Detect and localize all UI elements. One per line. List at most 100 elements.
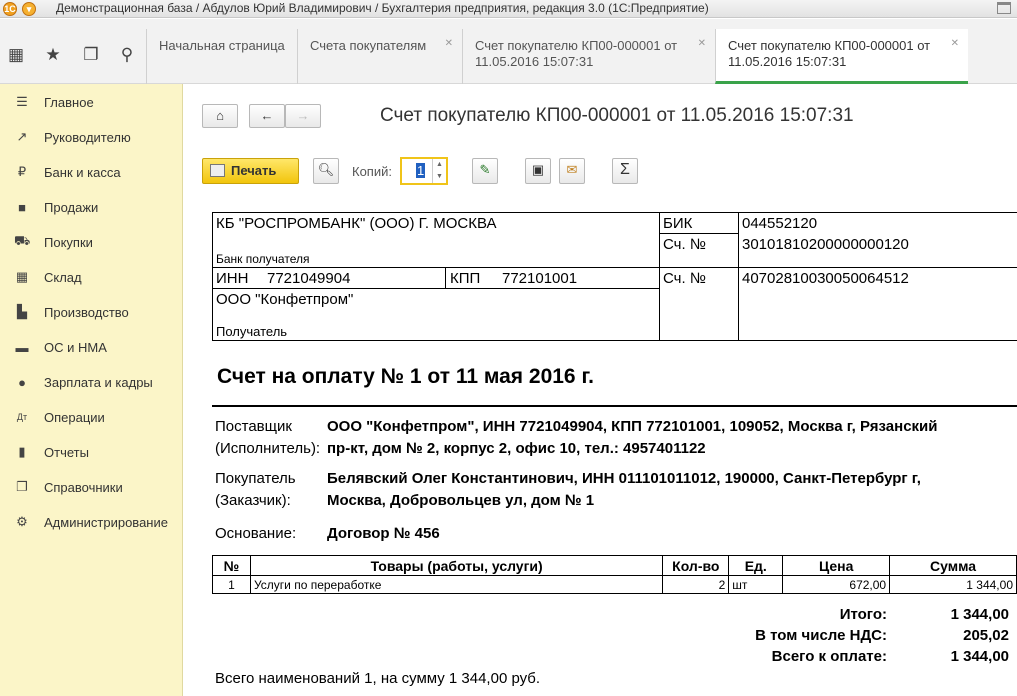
table-row: 1 Услуги по переработке 2 шт 672,00 1 34…	[212, 575, 1017, 594]
preview-button[interactable]: 🔍︎	[313, 158, 339, 184]
arrow-left-icon: ←	[260, 108, 274, 123]
total-label: Итого:	[839, 606, 887, 623]
window-title: Демонстрационная база / Абдулов Юрий Вла…	[56, 1, 709, 15]
document-form: ⌂ ← → Счет покупателю КП00-000001 от 11.…	[184, 84, 1017, 696]
sidebar-item-admin[interactable]: ⚙ Администрирование	[0, 507, 183, 537]
supplier-label: Поставщик	[215, 418, 292, 435]
sidebar-item-main[interactable]: ☰ Главное	[0, 87, 183, 117]
recipient-label: Получатель	[216, 324, 288, 339]
row-name: Услуги по переработке	[249, 575, 664, 594]
inn-value: 7721049904	[267, 270, 351, 287]
trend-icon: ↗	[16, 129, 28, 144]
magnifier-icon: 🔍︎	[317, 162, 335, 177]
corr-account-value: 30101810200000000120	[742, 236, 909, 253]
forward-button[interactable]: →	[285, 104, 321, 128]
email-button[interactable]: ✉	[559, 158, 585, 184]
history-icon[interactable]: ❐	[81, 45, 101, 65]
sidebar-item-bank[interactable]: ₽ Банк и касса	[0, 157, 183, 187]
copies-stepper[interactable]: ▲ ▼	[432, 159, 446, 183]
supplier-details-2: пр-кт, дом № 2, корпус 2, офис 10, тел.:…	[327, 440, 706, 457]
favorites-star-icon[interactable]: ★	[43, 45, 63, 65]
sidebar-item-sales[interactable]: ■ Продажи	[0, 192, 183, 222]
recipient-name: ООО "Конфетпром"	[216, 291, 354, 308]
supplier-label-2: (Исполнитель):	[215, 440, 321, 457]
pay-label: Всего к оплате:	[771, 648, 887, 665]
sidebar-item-director[interactable]: ↗ Руководителю	[0, 122, 183, 152]
printer-icon	[210, 164, 225, 177]
sidebar-item-purchases[interactable]: ⛟ Покупки	[0, 227, 183, 257]
sidebar-item-label: Банк и касса	[44, 164, 121, 180]
tab-invoice-2-active[interactable]: Счет покупателю КП00-000001 от 11.05.201…	[715, 29, 968, 84]
sidebar-item-fixed-assets[interactable]: ▬ ОС и НМА	[0, 332, 183, 362]
tab-close-icon[interactable]: ✕	[445, 36, 453, 52]
cart-icon: ⛟	[14, 233, 31, 248]
sidebar-item-reports[interactable]: ▮ Отчеты	[0, 437, 183, 467]
tab-home[interactable]: Начальная страница	[146, 29, 297, 84]
tab-label: Счет покупателю КП00-000001 от 11.05.201…	[475, 38, 678, 69]
tab-label: Начальная страница	[159, 38, 285, 53]
sidebar-item-label: Операции	[44, 409, 105, 425]
corr-account-label: Сч. №	[663, 236, 706, 253]
home-button[interactable]: ⌂	[202, 104, 238, 128]
print-label: Печать	[231, 163, 277, 178]
sigma-icon: Σ	[620, 161, 630, 178]
sidebar-item-label: Главное	[44, 94, 94, 110]
sidebar-item-label: Администрирование	[44, 514, 168, 530]
col-goods: Товары (работы, услуги)	[249, 555, 664, 576]
col-unit: Ед.	[728, 555, 784, 576]
copies-input[interactable]: 1 ▲ ▼	[400, 157, 448, 185]
sidebar-item-salary[interactable]: ● Зарплата и кадры	[0, 367, 183, 397]
apps-grid-icon[interactable]: ▦	[6, 45, 26, 65]
copies-value: 1	[416, 163, 426, 178]
print-preview-sheet: КБ "РОСПРОМБАНК" (ООО) Г. МОСКВА Банк по…	[212, 210, 1017, 696]
warehouse-icon: ▦	[15, 269, 29, 284]
sidebar-item-production[interactable]: ▙ Производство	[0, 297, 183, 327]
bik-label: БИК	[663, 215, 693, 232]
sum-button[interactable]: Σ	[612, 158, 638, 184]
sidebar-item-operations[interactable]: Дт Операции	[0, 402, 183, 432]
pay-value: 1 344,00	[950, 648, 1009, 665]
ruble-icon: ₽	[17, 164, 27, 179]
truck-icon: ▬	[15, 339, 29, 355]
save-button[interactable]: ▣	[525, 158, 551, 184]
tab-label: Счет покупателю КП00-000001 от 11.05.201…	[728, 38, 931, 69]
page-title: Счет покупателю КП00-000001 от 11.05.201…	[380, 105, 854, 126]
print-button[interactable]: Печать	[202, 158, 299, 184]
inn-label: ИНН	[216, 270, 249, 287]
debit-credit-icon: Дт	[16, 412, 28, 422]
save-icon: ▣	[531, 162, 545, 177]
menu-icon: ☰	[16, 94, 28, 109]
sidebar-item-label: Производство	[44, 304, 129, 320]
sidebar-item-catalogs[interactable]: ❐ Справочники	[0, 472, 183, 502]
row-price: 672,00	[782, 575, 891, 594]
person-icon: ●	[18, 374, 26, 390]
tab-close-icon[interactable]: ✕	[698, 36, 706, 52]
maximize-icon[interactable]	[997, 2, 1011, 14]
buyer-details: Белявский Олег Константинович, ИНН 01110…	[327, 470, 921, 487]
arrow-right-icon: →	[296, 108, 310, 123]
bik-value: 044552120	[742, 215, 818, 232]
buyer-label: Покупатель	[215, 470, 296, 487]
vat-value: 205,02	[963, 627, 1009, 644]
sidebar-item-warehouse[interactable]: ▦ Склад	[0, 262, 183, 292]
envelope-icon: ✉	[566, 162, 578, 177]
buyer-label-2: (Заказчик):	[215, 492, 291, 509]
back-button[interactable]: ←	[249, 104, 285, 128]
tab-close-icon[interactable]: ✕	[951, 36, 959, 52]
app-logo-icon[interactable]: 1С	[3, 2, 17, 16]
bank-recipient-label: Банк получателя	[216, 252, 310, 266]
tab-customer-invoices[interactable]: Счета покупателям ✕	[297, 29, 462, 84]
books-icon: ❐	[16, 479, 28, 494]
row-unit: шт	[728, 575, 784, 594]
sidebar: ☰ Главное ↗ Руководителю ₽ Банк и касса ■ Пр…	[0, 84, 183, 696]
total-value: 1 344,00	[950, 606, 1009, 623]
copies-label: Копий:	[352, 164, 392, 179]
sidebar-item-label: Зарплата и кадры	[44, 374, 153, 390]
edit-button[interactable]: ✎	[472, 158, 498, 184]
goods-table: № Товары (работы, услуги) Кол-во Ед. Цен…	[212, 555, 1017, 594]
col-qty: Кол-во	[662, 555, 730, 576]
tab-invoice-1[interactable]: Счет покупателю КП00-000001 от 11.05.201…	[462, 29, 715, 84]
main-menu-icon[interactable]: ▾	[22, 2, 36, 16]
tab-label: Счета покупателям	[310, 38, 427, 53]
search-icon[interactable]: ⚲	[117, 45, 137, 65]
